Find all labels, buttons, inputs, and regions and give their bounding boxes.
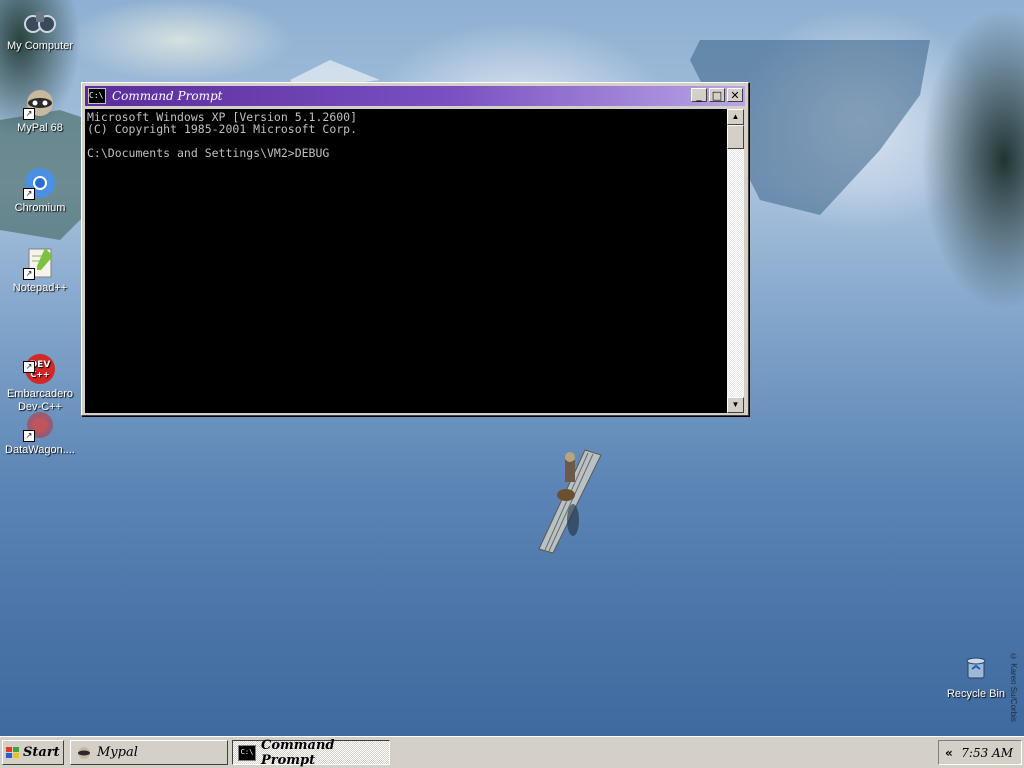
- start-button[interactable]: Start: [2, 740, 64, 765]
- desktop-icon-chromium[interactable]: ↗ Chromium: [0, 166, 80, 215]
- scroll-up-button[interactable]: ▲: [727, 109, 744, 125]
- desktop-icon-mypal[interactable]: ↗ MyPal 68: [0, 86, 80, 135]
- desktop-icon-label: Chromium: [14, 202, 66, 214]
- binoculars-icon: [23, 4, 57, 38]
- desktop-icon-label: MyPal 68: [17, 122, 63, 134]
- console-output[interactable]: Microsoft Windows XP [Version 5.1.2600](…: [85, 109, 727, 413]
- console-app-icon: C:\: [238, 744, 256, 761]
- maximize-button[interactable]: □: [709, 88, 725, 102]
- shortcut-arrow-icon: ↗: [23, 268, 35, 280]
- raccoon-browser-icon: [78, 746, 90, 759]
- minimize-button[interactable]: _: [691, 88, 707, 102]
- command-prompt-window[interactable]: C:\ Command Prompt _ □ ✕ Microsoft Windo…: [81, 82, 749, 416]
- desktop-icon-label: Recycle Bin: [946, 688, 1006, 700]
- shortcut-arrow-icon: ↗: [23, 188, 35, 200]
- task-label: Mypal: [97, 745, 138, 760]
- taskbar: Start Mypal C:\ Command Prompt « 7:53 AM: [0, 736, 1024, 768]
- task-button-mypal[interactable]: Mypal: [70, 740, 228, 765]
- chromium-icon: ↗: [23, 166, 57, 200]
- devcpp-icon: DEV C++ ↗: [23, 339, 57, 384]
- console-app-icon[interactable]: C:\: [88, 88, 106, 104]
- clock[interactable]: 7:53 AM: [961, 746, 1013, 760]
- scroll-thumb[interactable]: [727, 125, 744, 149]
- windows-logo-icon: [6, 746, 19, 758]
- desktop-icon-notepadpp[interactable]: ↗ Notepad++: [0, 246, 80, 295]
- shortcut-arrow-icon: ↗: [23, 361, 35, 373]
- window-title: Command Prompt: [112, 89, 223, 103]
- shortcut-arrow-icon: ↗: [23, 108, 35, 120]
- shortcut-arrow-icon: ↗: [23, 430, 35, 442]
- start-label: Start: [23, 745, 60, 760]
- tray-expand-button[interactable]: «: [945, 746, 953, 760]
- datawagon-icon: ↗: [23, 408, 57, 442]
- desktop-icon-recycle-bin[interactable]: Recycle Bin: [936, 652, 1016, 701]
- raccoon-browser-icon: ↗: [23, 86, 57, 120]
- desktop-icon-label: My Computer: [6, 40, 74, 52]
- console-line: (C) Copyright 1985-2001 Microsoft Corp.: [87, 122, 358, 136]
- desktop-icon-label: Notepad++: [12, 282, 68, 294]
- desktop-icon-label: DataWagon....: [5, 444, 75, 456]
- desktop-icon-datawagon[interactable]: ↗ DataWagon....: [0, 408, 80, 457]
- scroll-down-button[interactable]: ▼: [727, 397, 744, 413]
- console-line: C:\Documents and Settings\VM2>DEBUG: [87, 146, 330, 160]
- task-button-command-prompt[interactable]: C:\ Command Prompt: [232, 737, 390, 768]
- window-titlebar[interactable]: C:\ Command Prompt _ □ ✕: [85, 86, 745, 106]
- recycle-bin-icon: [959, 652, 993, 686]
- task-label: Command Prompt: [261, 737, 335, 768]
- desktop-icon-my-computer[interactable]: My Computer: [0, 4, 80, 53]
- wallpaper-raft: [538, 449, 602, 554]
- system-tray: « 7:53 AM: [938, 740, 1022, 765]
- vertical-scrollbar[interactable]: ▲ ▼: [727, 109, 744, 413]
- notepadpp-icon: ↗: [23, 246, 57, 280]
- close-button[interactable]: ✕: [727, 88, 743, 102]
